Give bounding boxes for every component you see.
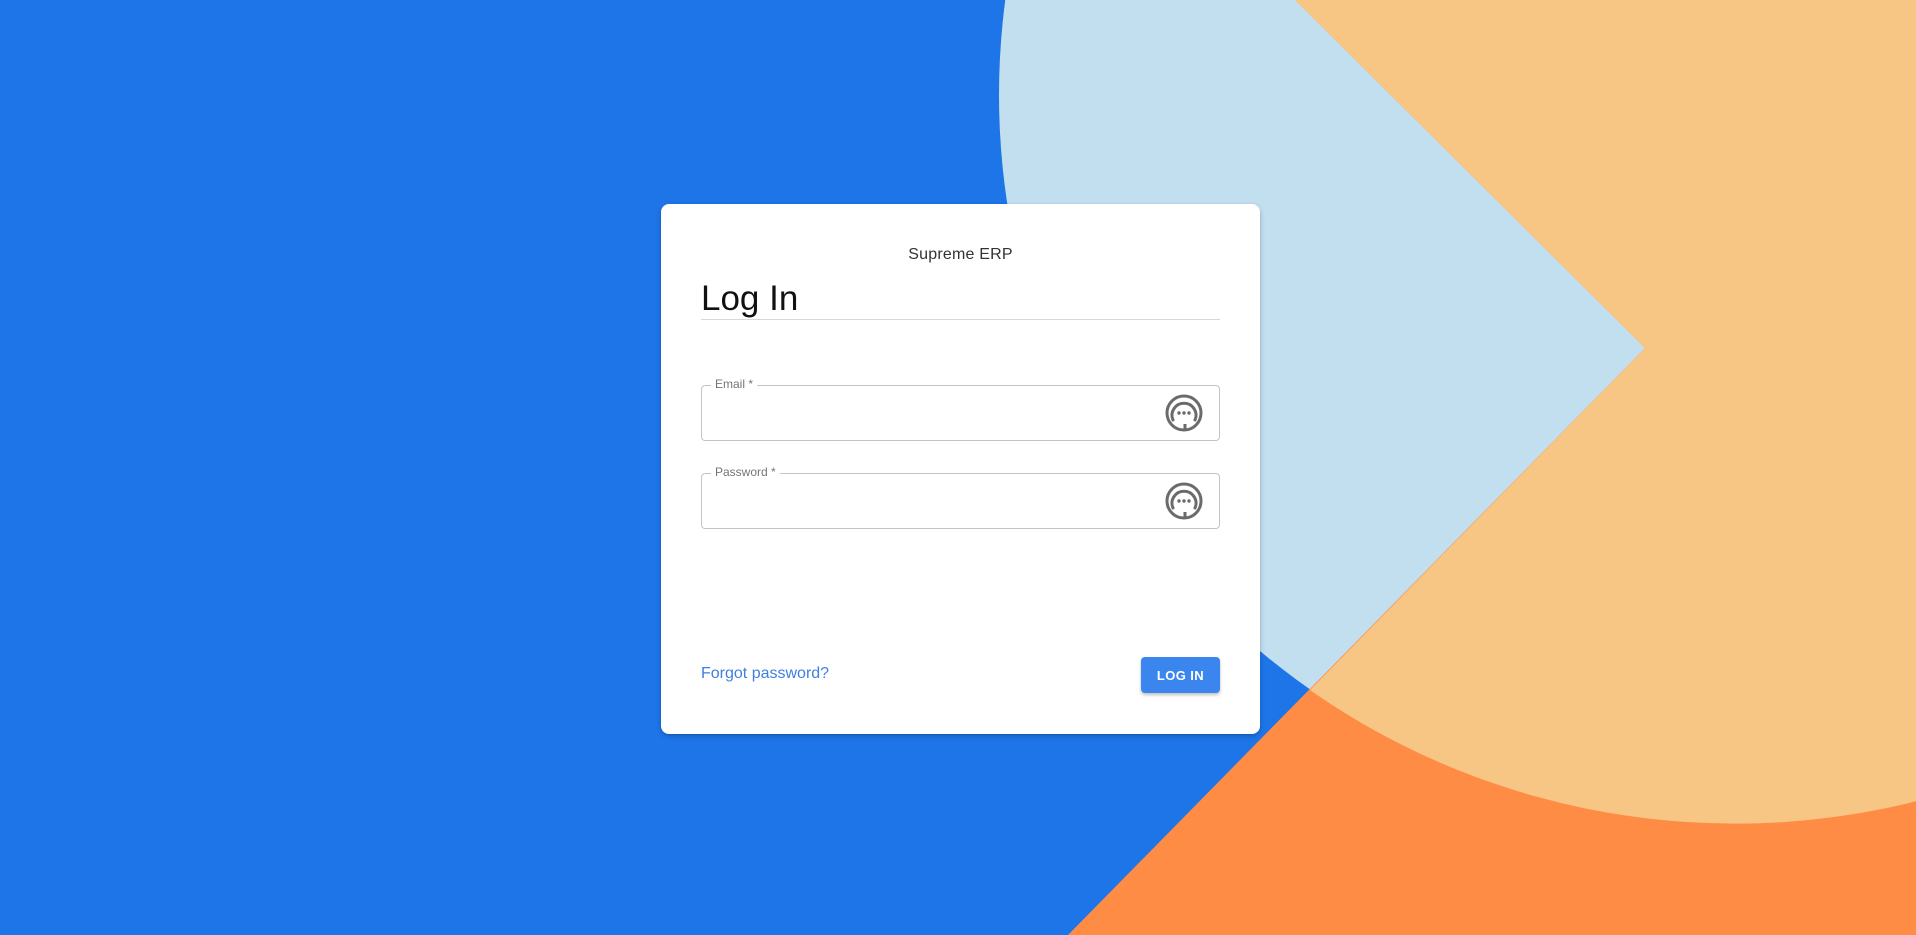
title-divider bbox=[701, 319, 1220, 320]
password-manager-icon[interactable] bbox=[1164, 393, 1204, 433]
email-field: Email * bbox=[701, 377, 1220, 441]
login-page: Supreme ERP Log In Email * Password * Fo… bbox=[0, 0, 1916, 935]
password-input[interactable] bbox=[715, 483, 1149, 521]
password-label: Password * bbox=[711, 465, 780, 479]
password-manager-icon[interactable] bbox=[1164, 481, 1204, 521]
login-card: Supreme ERP Log In Email * Password * Fo… bbox=[661, 204, 1260, 734]
email-label: Email * bbox=[711, 377, 758, 391]
app-name: Supreme ERP bbox=[908, 246, 1013, 263]
email-input[interactable] bbox=[715, 395, 1149, 433]
page-title: Log In bbox=[701, 279, 799, 318]
forgot-password-link[interactable]: Forgot password? bbox=[701, 665, 829, 683]
login-button[interactable]: LOG IN bbox=[1141, 657, 1220, 693]
password-field: Password * bbox=[701, 465, 1220, 529]
